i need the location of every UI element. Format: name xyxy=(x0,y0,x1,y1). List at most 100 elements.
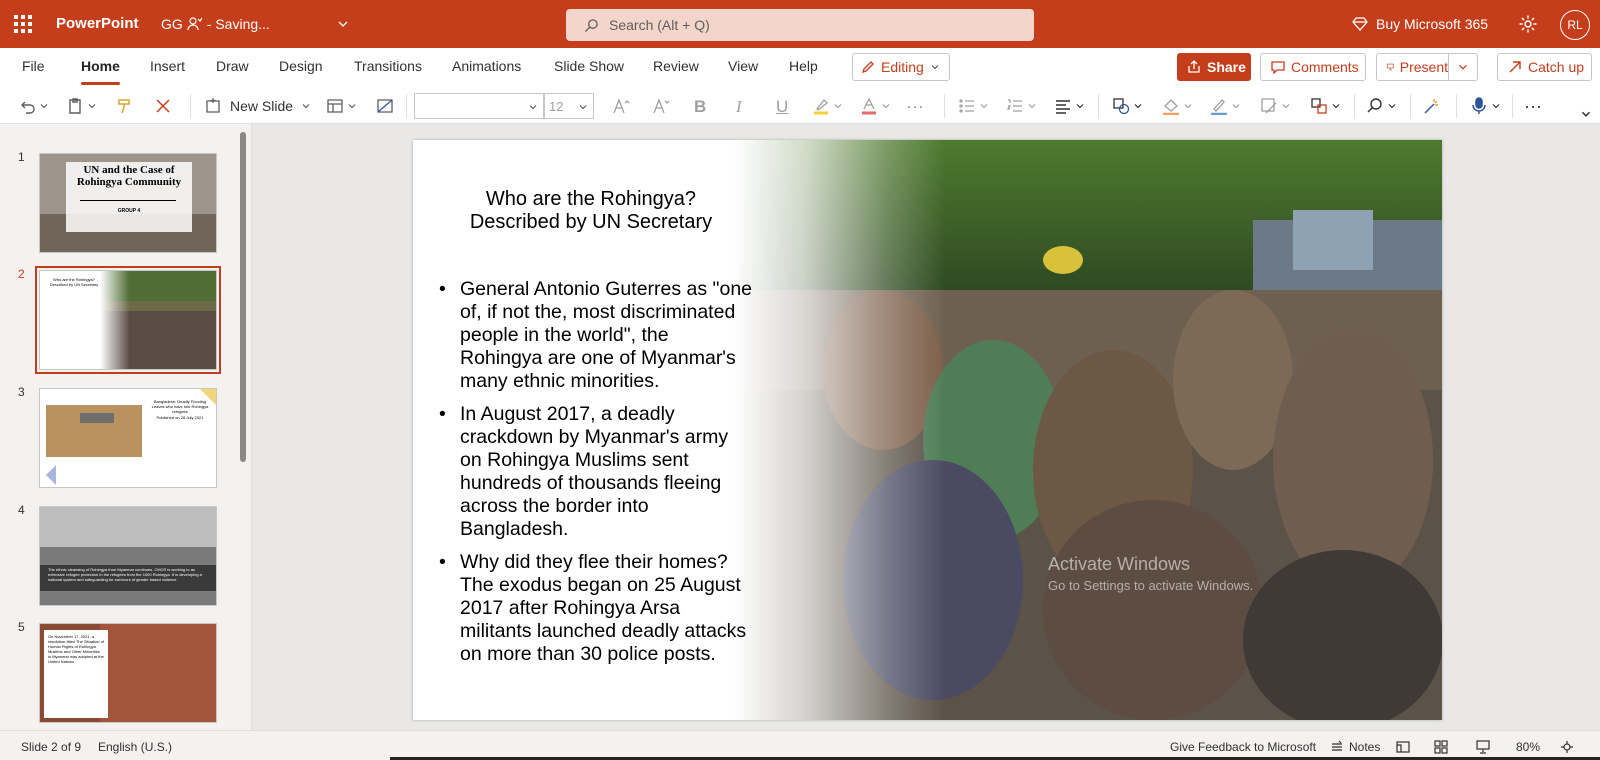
chevron-down-icon xyxy=(1581,111,1591,117)
paste-button[interactable] xyxy=(66,96,97,116)
avatar[interactable]: RL xyxy=(1560,10,1590,40)
expand-ribbon-button[interactable] xyxy=(1580,104,1592,124)
chevron-down-icon xyxy=(1134,104,1142,109)
slide-thumbnail-panel[interactable]: 1 UN and the Case of Rohingya Community … xyxy=(0,124,252,730)
bullets-button[interactable] xyxy=(958,96,989,116)
tab-home[interactable]: Home xyxy=(81,58,120,85)
slide-thumbnail-1[interactable]: UN and the Case of Rohingya Community GR… xyxy=(39,153,217,253)
decrease-font-size-button[interactable] xyxy=(652,96,670,116)
new-slide-button[interactable]: New Slide xyxy=(204,97,311,115)
app-name[interactable]: PowerPoint xyxy=(56,15,139,32)
tab-slide-show[interactable]: Slide Show xyxy=(554,58,624,74)
shape-fill-button[interactable] xyxy=(1162,96,1193,116)
notes-button[interactable]: Notes xyxy=(1330,740,1380,754)
layout-button[interactable] xyxy=(326,96,357,116)
document-title[interactable]: GG - Saving... xyxy=(161,16,270,32)
more-options-icon[interactable]: ··· xyxy=(1524,96,1542,116)
font-color-button[interactable] xyxy=(860,96,891,116)
normal-view-button[interactable] xyxy=(1396,740,1410,754)
slide-thumbnail-2[interactable]: Who are the Rohingya? Described by UN Se… xyxy=(35,266,221,374)
slide-sorter-button[interactable] xyxy=(1434,740,1448,754)
chevron-down-icon[interactable] xyxy=(336,17,350,31)
gear-icon[interactable] xyxy=(1518,14,1538,34)
increase-font-size-button[interactable] xyxy=(612,96,630,116)
align-button[interactable] xyxy=(1054,96,1085,116)
more-font-options-icon[interactable]: ··· xyxy=(906,96,924,116)
home-toolbar: New Slide 12 B I U ··· ··· xyxy=(0,88,1600,124)
shape-effects-button[interactable] xyxy=(1260,96,1291,116)
activate-windows-watermark: Activate Windows xyxy=(1048,554,1191,574)
tab-file[interactable]: File xyxy=(22,58,45,74)
slide-indicator: Slide 2 of 9 xyxy=(21,740,82,754)
underline-button[interactable]: U xyxy=(776,97,788,117)
thumbnail-2-title: Who are the Rohingya? Described by UN Se… xyxy=(49,277,99,287)
new-slide-label: New Slide xyxy=(230,98,294,114)
slide-bullet-list[interactable]: General Antonio Guterres as "one of, if … xyxy=(435,278,753,676)
slide-thumbnail-3[interactable]: Bangladesh: Deadly Flooding Leaves who h… xyxy=(39,388,217,488)
diamond-icon xyxy=(1352,17,1368,31)
bullet-item: Why did they flee their homes? The exodu… xyxy=(435,551,753,666)
tab-transitions[interactable]: Transitions xyxy=(354,58,422,74)
editing-mode-button[interactable]: Editing xyxy=(852,53,950,81)
slideshow-view-icon xyxy=(1476,740,1490,754)
divider xyxy=(944,94,945,118)
font-name-input[interactable] xyxy=(414,93,544,119)
reading-view-button[interactable] xyxy=(1476,740,1490,754)
save-status: - Saving... xyxy=(206,16,270,32)
share-button[interactable]: Share xyxy=(1177,53,1251,81)
zoom-level[interactable]: 80% xyxy=(1516,740,1540,754)
buy-microsoft-365-button[interactable]: Buy Microsoft 365 xyxy=(1352,16,1488,32)
tab-insert[interactable]: Insert xyxy=(150,58,185,74)
find-button[interactable] xyxy=(1366,96,1397,116)
present-options-button[interactable] xyxy=(1448,53,1478,81)
app-launcher-icon[interactable] xyxy=(14,15,32,33)
rohingya-refugees-photo[interactable] xyxy=(733,140,1442,720)
slide-editor-canvas: Who are the Rohingya? Described by UN Se… xyxy=(252,124,1600,730)
tab-view[interactable]: View xyxy=(728,58,758,74)
delete-button[interactable] xyxy=(154,96,172,116)
notes-label: Notes xyxy=(1349,740,1381,754)
pen-icon xyxy=(1211,99,1227,115)
divider xyxy=(1512,94,1513,118)
format-painter-button[interactable] xyxy=(116,96,134,116)
slide-thumbnail-5[interactable]: On November 17, 2021, a resolution title… xyxy=(39,623,217,723)
font-size-input[interactable]: 12 xyxy=(544,93,594,119)
slide-thumbnail-4[interactable]: The ethnic cleansing of Rohingya from My… xyxy=(39,506,217,606)
notes-icon xyxy=(1332,740,1342,751)
shapes-icon xyxy=(1113,98,1130,115)
chevron-down-icon xyxy=(1492,104,1500,109)
thumbnail-3-title: Bangladesh: Deadly Flooding Leaves who h… xyxy=(151,399,209,414)
shapes-button[interactable] xyxy=(1112,96,1143,116)
language-indicator[interactable]: English (U.S.) xyxy=(98,740,172,754)
thumbnail-scrollbar[interactable] xyxy=(240,132,246,462)
thumbnail-number: 2 xyxy=(18,267,25,281)
highlight-button[interactable] xyxy=(812,96,843,116)
tab-review[interactable]: Review xyxy=(653,58,699,74)
tab-help[interactable]: Help xyxy=(789,58,818,74)
numbering-button[interactable] xyxy=(1006,96,1037,116)
catch-up-button[interactable]: Catch up xyxy=(1497,53,1592,81)
italic-button[interactable]: I xyxy=(736,97,742,117)
slide-title[interactable]: Who are the Rohingya? Described by UN Se… xyxy=(441,188,741,234)
feedback-link[interactable]: Give Feedback to Microsoft xyxy=(1170,740,1316,754)
current-slide[interactable]: Who are the Rohingya? Described by UN Se… xyxy=(413,140,1442,720)
bold-button[interactable]: B xyxy=(694,97,706,117)
tab-draw[interactable]: Draw xyxy=(216,58,249,74)
chevron-down-icon xyxy=(1076,104,1084,109)
document-name: GG xyxy=(161,16,183,32)
undo-button[interactable] xyxy=(18,96,49,116)
fit-to-window-button[interactable] xyxy=(1560,740,1574,754)
background-button[interactable] xyxy=(376,96,394,116)
dictate-button[interactable] xyxy=(1470,96,1501,116)
present-button[interactable]: Present xyxy=(1376,53,1449,81)
shape-outline-button[interactable] xyxy=(1210,96,1241,116)
arrange-button[interactable] xyxy=(1310,96,1341,116)
comments-button[interactable]: Comments xyxy=(1260,53,1366,81)
designer-button[interactable] xyxy=(1422,96,1440,116)
search-input[interactable]: Search (Alt + Q) xyxy=(566,9,1034,41)
pencil-icon xyxy=(861,61,874,74)
chevron-down-icon xyxy=(931,65,938,70)
tab-animations[interactable]: Animations xyxy=(452,58,521,74)
layout-icon xyxy=(327,99,343,113)
tab-design[interactable]: Design xyxy=(279,58,323,74)
